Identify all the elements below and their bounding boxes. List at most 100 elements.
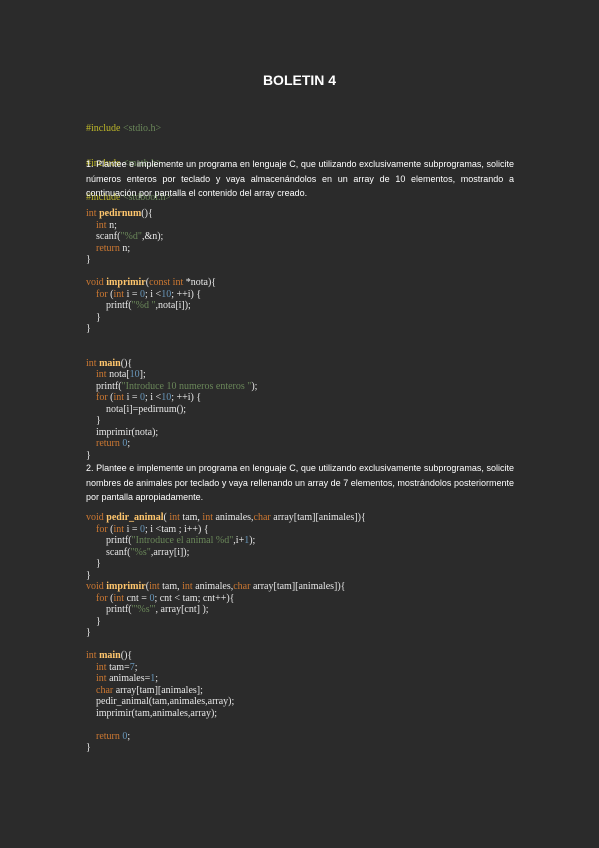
code-token: int (113, 392, 127, 403)
code-token: imprimir (106, 581, 146, 592)
code-token: } (86, 254, 91, 265)
code-token: n; (109, 219, 117, 231)
code-token: int (96, 673, 110, 684)
code-token: nota[i]=pedirnum(); (86, 403, 187, 415)
code-token: int (113, 288, 127, 300)
code-token: "%d " (131, 300, 156, 311)
code-token: ); (249, 535, 256, 546)
code-token: } (86, 323, 91, 334)
code-token: "%d" (120, 231, 142, 242)
code-token: printf( (86, 535, 132, 546)
code-line: for (int i = 0; i <10; ++i) { (86, 392, 526, 404)
code-token: (){ (120, 357, 133, 369)
code-token: int (113, 592, 127, 604)
code-token: animales, (195, 581, 234, 592)
code-line: int pedirnum(){ (86, 208, 526, 220)
code-line: void imprimir(const int *nota){ (86, 277, 526, 289)
code-token: for (96, 392, 111, 403)
code-token: for (96, 592, 111, 604)
include-header: <stdio.h> (122, 123, 162, 134)
code-line: } (86, 415, 526, 427)
code-token: int (96, 219, 110, 231)
code-line: imprimir(tam,animales,array); (86, 708, 526, 720)
code-line: int n; (86, 220, 526, 232)
code-token: } (86, 415, 101, 426)
code-token: cnt = (126, 592, 150, 604)
code-token: } (86, 558, 101, 569)
code-token: ); (251, 380, 258, 392)
code-token: animales, (215, 512, 254, 523)
code-token: i = (126, 288, 140, 300)
code-line: nota[i]=pedirnum(); (86, 404, 526, 416)
code-token: "%s" (130, 546, 151, 558)
code-block-exercise-2: void pedir_animal( int tam, int animales… (86, 512, 526, 754)
code-token: int (86, 208, 100, 219)
code-token: ,i+ (233, 535, 245, 546)
code-line: int tam=7; (86, 662, 526, 674)
code-token: } (86, 615, 101, 627)
code-token: imprimir(tam,animales,array); (86, 707, 218, 719)
code-line: for (int cnt = 0; cnt < tam; cnt++){ (86, 593, 526, 605)
code-token: } (86, 569, 91, 581)
code-line: printf("Introduce el animal %d",i+1); (86, 535, 526, 547)
code-line: } (86, 570, 526, 582)
code-token: array[tam][animales]){ (273, 512, 366, 523)
include-directive: #include (86, 123, 121, 134)
code-line: return 0; (86, 438, 526, 450)
code-token: (){ (141, 208, 153, 219)
code-token: ; i < (145, 288, 162, 300)
code-token: imprimir (106, 277, 146, 288)
code-token: char (253, 512, 274, 523)
code-line: printf("Introduce 10 numeros enteros "); (86, 381, 526, 393)
code-token: ]; (139, 369, 146, 380)
exercise-1-statement: 1. Plantee e implemente un programa en l… (86, 159, 514, 198)
document-page: BOLETIN 4 #include <stdio.h> #include <m… (0, 0, 599, 848)
code-token: int (182, 581, 196, 592)
code-token: "'%s'" (131, 604, 156, 615)
code-line: printf("%d ",nota[i]); (86, 300, 526, 312)
code-token: 10 (161, 288, 172, 300)
code-token: for (96, 523, 111, 535)
code-token: ; i < (145, 392, 162, 403)
code-line: for (int i = 0; i <10; ++i) { (86, 289, 526, 301)
code-token: 10 (129, 369, 140, 380)
code-token: printf( (86, 380, 122, 392)
code-token: int (169, 512, 183, 523)
code-token: int (86, 650, 100, 661)
code-token: array[tam][animales]; (115, 684, 203, 696)
code-token: int (96, 369, 110, 380)
code-token: scanf( (86, 231, 121, 242)
code-line: } (86, 627, 526, 639)
code-line: return n; (86, 243, 526, 255)
code-line: char array[tam][animales]; (86, 685, 526, 697)
code-token: void (86, 512, 107, 523)
code-token: int (202, 512, 216, 523)
code-token: imprimir(nota); (86, 426, 159, 438)
code-token: ; cnt < tam; cnt++){ (154, 592, 235, 604)
code-token: } (86, 627, 91, 638)
code-token: ; (155, 673, 159, 684)
code-token: ,&n); (141, 231, 164, 242)
code-token: i = (126, 392, 140, 403)
code-line: void pedir_animal( int tam, int animales… (86, 512, 526, 524)
code-token: ; (134, 661, 138, 673)
code-token: animales= (109, 673, 151, 684)
code-block-exercise-1: int pedirnum(){ int n; scanf("%d",&n); r… (86, 208, 526, 461)
code-token: printf( (86, 604, 132, 615)
code-token: 10 (161, 392, 172, 403)
code-token: pedirnum (99, 208, 142, 219)
document-title: BOLETIN 4 (262, 72, 337, 88)
code-token: array[tam][animales]){ (252, 581, 346, 592)
code-line: scanf("%d",&n); (86, 231, 526, 243)
code-token: for (96, 288, 111, 300)
code-token: void (86, 277, 107, 288)
code-line: } (86, 450, 526, 462)
code-token: const int (149, 277, 186, 288)
